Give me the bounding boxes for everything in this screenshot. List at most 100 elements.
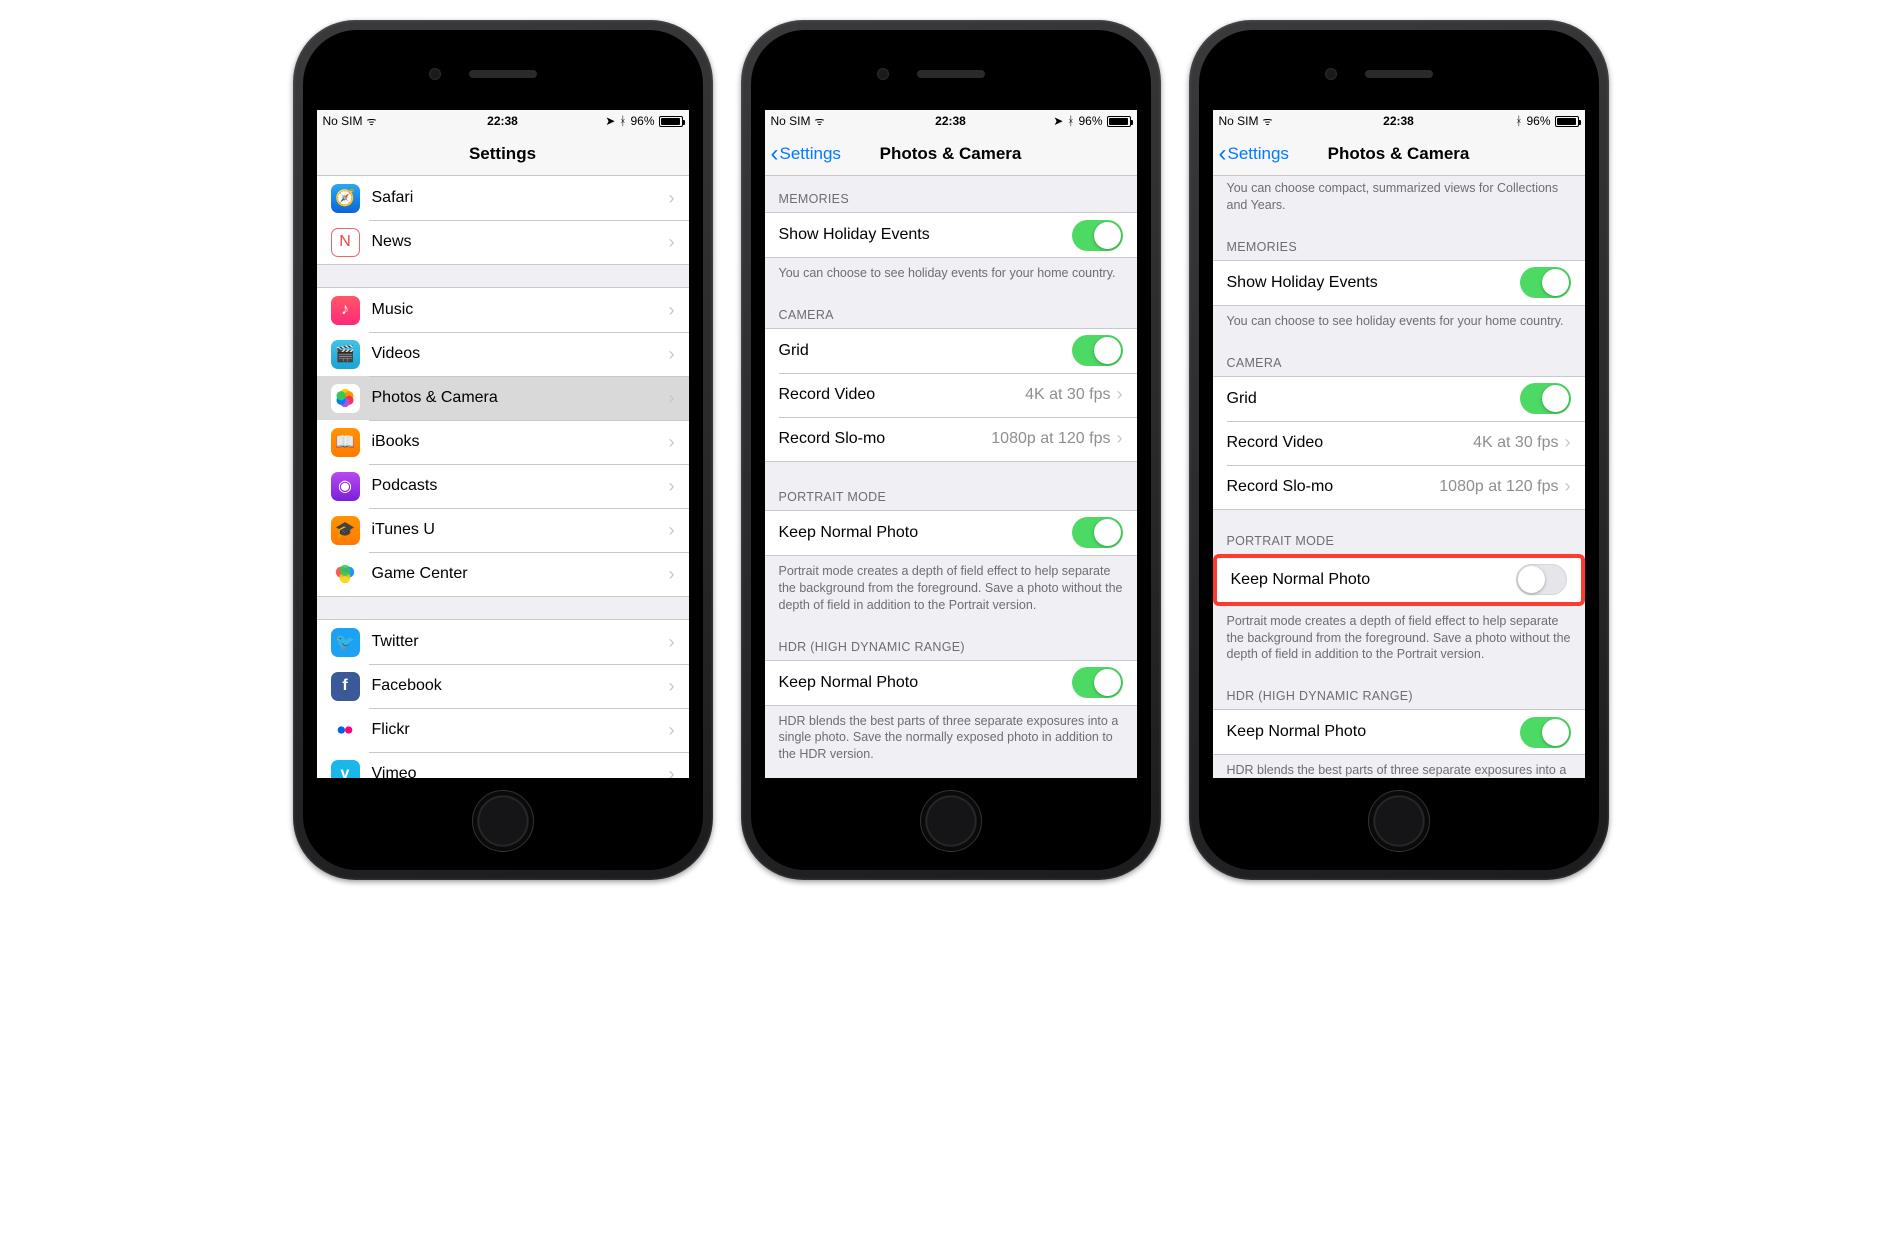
cell-flickr[interactable]: Flickr› xyxy=(317,708,689,752)
portrait-footer: Portrait mode creates a depth of field e… xyxy=(765,556,1137,624)
news-icon: N xyxy=(331,228,360,257)
page-title: Photos & Camera xyxy=(880,144,1022,164)
highlighted-portrait-row: Keep Normal Photo xyxy=(1213,554,1585,606)
carrier-label: No SIM xyxy=(323,114,363,128)
camera-header: CAMERA xyxy=(765,292,1137,328)
chevron-right-icon: › xyxy=(669,676,675,697)
videos-icon: 🎬 xyxy=(331,340,360,369)
hdr-footer: HDR blends the best parts of three separ… xyxy=(765,706,1137,774)
screen-photos-camera-scrolled: No SIM ᯤ 22:38 ᚼ 96% ‹Settings Photos & Ca… xyxy=(1213,110,1585,778)
camera-header: CAMERA xyxy=(1213,340,1585,376)
cell-photos-camera[interactable]: Photos & Camera› xyxy=(317,376,689,420)
facebook-icon: f xyxy=(331,672,360,701)
cell-podcasts[interactable]: ◉Podcasts› xyxy=(317,464,689,508)
screen-photos-camera: No SIMᯤ 22:38 ➤ᚼ96% ‹Settings Photos & C… xyxy=(765,110,1137,778)
hdr-header: HDR (HIGH DYNAMIC RANGE) xyxy=(765,624,1137,660)
phone-frame-2: No SIMᯤ 22:38 ➤ᚼ96% ‹Settings Photos & C… xyxy=(741,20,1161,880)
status-bar: No SIM ᯤ 22:38 ᚼ 96% xyxy=(1213,110,1585,132)
chevron-right-icon: › xyxy=(669,432,675,453)
bluetooth-icon: ᚼ xyxy=(1067,114,1074,128)
cell-videos[interactable]: 🎬Videos› xyxy=(317,332,689,376)
twitter-icon: 🐦 xyxy=(331,628,360,657)
cell-show-holiday[interactable]: Show Holiday Events xyxy=(1213,261,1585,305)
bluetooth-icon: ᚼ xyxy=(1515,114,1522,128)
cell-keep-normal-hdr[interactable]: Keep Normal Photo xyxy=(1213,710,1585,754)
cell-safari[interactable]: 🧭Safari› xyxy=(317,176,689,220)
chevron-right-icon: › xyxy=(669,388,675,409)
page-title: Photos & Camera xyxy=(1328,144,1470,164)
flickr-icon xyxy=(331,716,360,745)
chevron-right-icon: › xyxy=(669,476,675,497)
home-button[interactable] xyxy=(920,790,982,852)
cell-record-slomo[interactable]: Record Slo-mo1080p at 120 fps› xyxy=(1213,465,1585,509)
battery-icon xyxy=(1555,116,1579,127)
chevron-right-icon: › xyxy=(669,188,675,209)
carrier-label: No SIM xyxy=(1219,114,1259,128)
cell-record-video[interactable]: Record Video4K at 30 fps› xyxy=(1213,421,1585,465)
wifi-icon: ᯤ xyxy=(1263,114,1273,129)
home-button[interactable] xyxy=(472,790,534,852)
location-icon: ➤ xyxy=(605,114,615,128)
toggle-keep-normal-portrait[interactable] xyxy=(1072,517,1123,548)
cell-record-slomo[interactable]: Record Slo-mo1080p at 120 fps› xyxy=(765,417,1137,461)
status-time: 22:38 xyxy=(935,114,966,128)
summarize-footer: You can choose compact, summarized views… xyxy=(1213,176,1585,224)
toggle-keep-normal-hdr[interactable] xyxy=(1520,717,1571,748)
chevron-right-icon: › xyxy=(1565,432,1571,453)
cell-itunesu[interactable]: 🎓iTunes U› xyxy=(317,508,689,552)
toggle-show-holiday[interactable] xyxy=(1072,220,1123,251)
battery-percent: 96% xyxy=(630,114,654,128)
toggle-grid[interactable] xyxy=(1520,383,1571,414)
photos-icon xyxy=(331,384,360,413)
memories-header: MEMORIES xyxy=(765,176,1137,212)
chevron-right-icon: › xyxy=(669,564,675,585)
vimeo-icon: v xyxy=(331,760,360,779)
cell-grid[interactable]: Grid xyxy=(1213,377,1585,421)
chevron-right-icon: › xyxy=(669,764,675,779)
battery-percent: 96% xyxy=(1526,114,1550,128)
holiday-footer: You can choose to see holiday events for… xyxy=(1213,306,1585,340)
status-bar: No SIMᯤ 22:38 ➤ᚼ96% xyxy=(317,110,689,132)
chevron-right-icon: › xyxy=(1117,428,1123,449)
toggle-keep-normal-portrait[interactable] xyxy=(1516,564,1567,595)
cell-vimeo[interactable]: vVimeo› xyxy=(317,752,689,778)
toggle-grid[interactable] xyxy=(1072,335,1123,366)
bluetooth-icon: ᚼ xyxy=(619,114,626,128)
chevron-right-icon: › xyxy=(669,632,675,653)
cell-ibooks[interactable]: 📖iBooks› xyxy=(317,420,689,464)
phone-frame-3: No SIM ᯤ 22:38 ᚼ 96% ‹Settings Photos & Ca… xyxy=(1189,20,1609,880)
cell-keep-normal-hdr[interactable]: Keep Normal Photo xyxy=(765,661,1137,705)
safari-icon: 🧭 xyxy=(331,184,360,213)
navbar: Settings xyxy=(317,132,689,176)
cell-music[interactable]: ♪Music› xyxy=(317,288,689,332)
wifi-icon: ᯤ xyxy=(815,114,825,129)
cell-show-holiday[interactable]: Show Holiday Events xyxy=(765,213,1137,257)
navbar: ‹Settings Photos & Camera xyxy=(765,132,1137,176)
battery-percent: 96% xyxy=(1078,114,1102,128)
chevron-right-icon: › xyxy=(669,520,675,541)
wifi-icon: ᯤ xyxy=(367,114,377,129)
portrait-header: PORTRAIT MODE xyxy=(1213,510,1585,554)
carrier-label: No SIM xyxy=(771,114,811,128)
cell-grid[interactable]: Grid xyxy=(765,329,1137,373)
cell-record-video[interactable]: Record Video4K at 30 fps› xyxy=(765,373,1137,417)
chevron-right-icon: › xyxy=(1565,476,1571,497)
back-button[interactable]: ‹Settings xyxy=(771,144,841,164)
ibooks-icon: 📖 xyxy=(331,428,360,457)
home-button[interactable] xyxy=(1368,790,1430,852)
cell-keep-normal-portrait[interactable]: Keep Normal Photo xyxy=(765,511,1137,555)
page-title: Settings xyxy=(469,144,536,164)
holiday-footer: You can choose to see holiday events for… xyxy=(765,258,1137,292)
cell-twitter[interactable]: 🐦Twitter› xyxy=(317,620,689,664)
cell-keep-normal-portrait[interactable]: Keep Normal Photo xyxy=(1217,558,1581,602)
phone-frame-1: No SIMᯤ 22:38 ➤ᚼ96% Settings 🧭Safari› NN… xyxy=(293,20,713,880)
hdr-header: HDR (HIGH DYNAMIC RANGE) xyxy=(1213,673,1585,709)
cell-news[interactable]: NNews› xyxy=(317,220,689,264)
back-button[interactable]: ‹Settings xyxy=(1219,144,1289,164)
cell-gamecenter[interactable]: Game Center› xyxy=(317,552,689,596)
chevron-right-icon: › xyxy=(669,720,675,741)
cell-facebook[interactable]: fFacebook› xyxy=(317,664,689,708)
status-time: 22:38 xyxy=(1383,114,1414,128)
toggle-show-holiday[interactable] xyxy=(1520,267,1571,298)
toggle-keep-normal-hdr[interactable] xyxy=(1072,667,1123,698)
